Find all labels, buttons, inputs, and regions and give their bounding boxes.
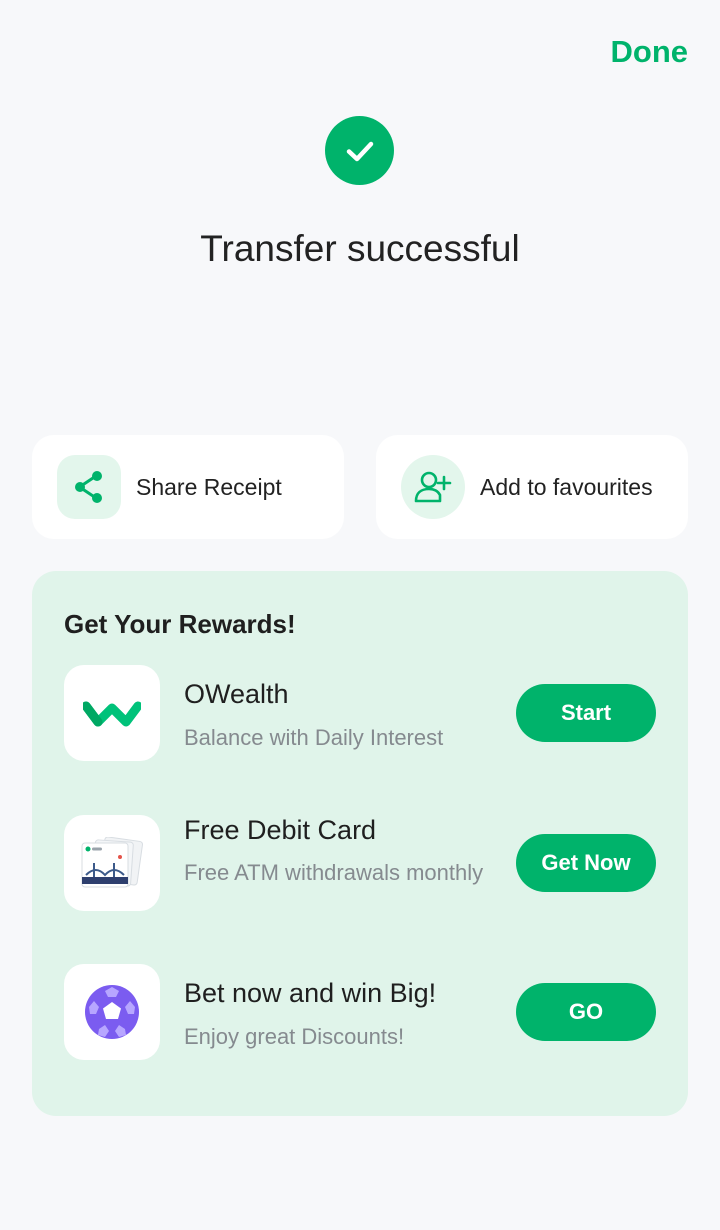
page-title: Transfer successful [200,228,520,269]
start-button[interactable]: Start [516,684,656,742]
success-check-icon [325,116,394,185]
reward-name: OWealth [184,679,289,709]
soccer-ball-icon [64,964,160,1060]
reward-item-owealth: OWealth Balance with Daily Interest Star… [64,665,656,761]
share-receipt-button[interactable]: Share Receipt [32,435,344,539]
rewards-title: Get Your Rewards! [64,609,296,639]
reward-item-debit-card: Free Debit Card Free ATM withdrawals mon… [64,815,656,911]
reward-item-bet: Bet now and win Big! Enjoy great Discoun… [64,964,656,1060]
go-button[interactable]: GO [516,983,656,1041]
done-button[interactable]: Done [611,34,689,70]
get-now-button[interactable]: Get Now [516,834,656,892]
add-user-icon [401,455,465,519]
owealth-logo-icon [64,665,160,761]
share-receipt-label: Share Receipt [136,473,282,500]
reward-name: Bet now and win Big! [184,978,437,1008]
reward-description: Free ATM withdrawals monthly [184,860,484,885]
add-to-favourites-button[interactable]: Add to favourites [376,435,688,539]
reward-name: Free Debit Card [184,815,377,845]
add-to-favourites-label: Add to favourites [480,473,653,500]
debit-card-icon [64,815,160,911]
reward-description: Enjoy great Discounts! [184,1024,405,1049]
rewards-panel: Get Your Rewards! OWealth Balance with D… [32,571,688,1116]
reward-description: Balance with Daily Interest [184,725,444,750]
transfer-success-screen: Done Transfer successful Share Receipt A… [0,0,720,1230]
share-icon [57,455,121,519]
